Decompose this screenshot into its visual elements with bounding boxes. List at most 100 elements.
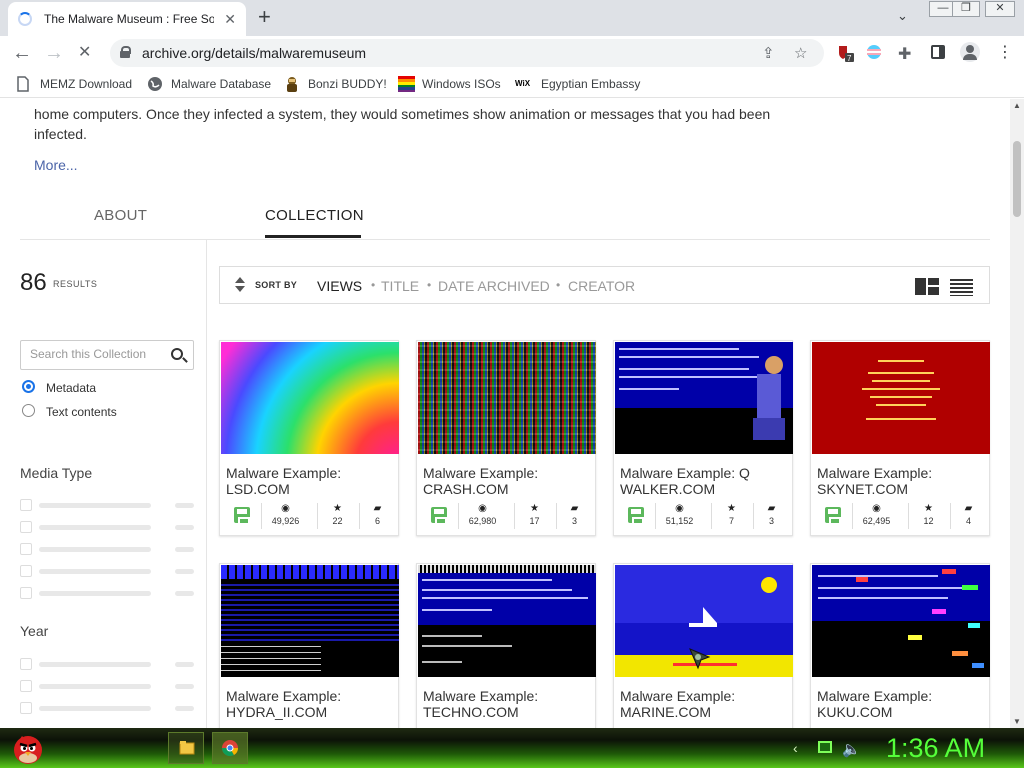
eye-icon: ◉	[281, 503, 290, 514]
browser-tab[interactable]: The Malware Museum : Free Software ✕	[8, 2, 246, 36]
close-tab-icon[interactable]: ✕	[224, 11, 236, 28]
item-card[interactable]: Malware Example: HYDRA_II.COM	[219, 563, 399, 728]
sort-creator[interactable]: CREATOR	[568, 278, 635, 294]
item-card[interactable]: Malware Example: CRASH.COM ◉ 62,980 ★ 17 ▰…	[416, 340, 596, 536]
item-card[interactable]: Malware Example: KUKU.COM	[810, 563, 990, 728]
show-hidden-icons-icon[interactable]: ‹	[793, 740, 798, 756]
sort-views[interactable]: VIEWS	[317, 278, 362, 294]
item-stats: ◉ 49,926 ★ 22 ▰ 6	[224, 503, 396, 529]
tile-view-icon[interactable]	[915, 278, 939, 295]
bookmark-malware-database[interactable]: Malware Database	[147, 76, 271, 92]
sidebar-divider	[206, 239, 207, 728]
angry-bird-start-icon[interactable]	[10, 730, 46, 766]
item-thumbnail[interactable]	[221, 342, 399, 454]
bookmark-label: Bonzi BUDDY!	[308, 77, 387, 91]
facet-placeholder-row[interactable]	[20, 702, 194, 714]
facet-placeholder-row[interactable]	[20, 680, 194, 692]
more-link[interactable]: More...	[34, 157, 78, 173]
lock-icon[interactable]	[120, 46, 131, 58]
scroll-up-arrow-icon[interactable]: ▲	[1013, 101, 1021, 110]
back-arrow-icon[interactable]: ←	[12, 42, 32, 64]
item-title[interactable]: Malware Example: CRASH.COM	[423, 465, 593, 497]
favorites-stat: ★ 12	[908, 503, 948, 529]
item-title[interactable]: Malware Example: MARINE.COM	[620, 688, 790, 720]
search-input[interactable]	[30, 347, 166, 361]
item-thumbnail[interactable]	[418, 342, 596, 454]
favorites-stat: ★ 17	[514, 503, 554, 529]
tab-collection[interactable]: COLLECTION	[265, 207, 364, 224]
reviews-stat: ▰ 3	[556, 503, 592, 529]
address-bar[interactable]: archive.org/details/malwaremuseum ⇪ ☆	[110, 39, 824, 67]
network-icon[interactable]	[818, 741, 832, 753]
facet-placeholder-row[interactable]	[20, 521, 194, 533]
facet-placeholder-row[interactable]	[20, 499, 194, 511]
volume-icon[interactable]: 🔈	[842, 740, 861, 758]
taskbar-file-explorer[interactable]	[168, 732, 204, 764]
stop-loading-icon[interactable]: ✕	[78, 42, 91, 64]
sort-bar: SORT BY VIEWS • TITLE • DATE ARCHIVED • …	[219, 266, 990, 304]
item-card[interactable]: Malware Example: LSD.COM ◉ 49,926 ★ 22 ▰ 6	[219, 340, 399, 536]
views-stat: ◉ 62,980	[458, 503, 506, 529]
page-scrollbar[interactable]: ▲ ▼	[1010, 99, 1024, 728]
floppy-disk-icon	[234, 507, 250, 524]
taskbar-chrome[interactable]	[212, 732, 248, 764]
item-thumbnail[interactable]	[418, 565, 596, 677]
item-title[interactable]: Malware Example: Q WALKER.COM	[620, 465, 790, 497]
radio-metadata[interactable]	[22, 380, 35, 393]
item-title[interactable]: Malware Example: HYDRA_II.COM	[226, 688, 396, 720]
floppy-disk-icon	[431, 507, 447, 524]
comment-icon: ▰	[373, 503, 382, 514]
item-title[interactable]: Malware Example: KUKU.COM	[817, 688, 987, 720]
scroll-down-arrow-icon[interactable]: ▼	[1013, 717, 1021, 726]
taskbar-clock[interactable]: 1:36 AM	[886, 733, 985, 764]
item-thumbnail[interactable]	[812, 565, 990, 677]
item-thumbnail[interactable]	[812, 342, 990, 454]
extensions-puzzle-icon[interactable]: ✚	[898, 44, 911, 64]
bookmark-windows-isos[interactable]: Windows ISOs	[398, 76, 501, 92]
window-close-button[interactable]: ✕	[985, 1, 1015, 17]
scrollbar-thumb[interactable]	[1013, 141, 1021, 217]
views-stat: ◉ 51,152	[655, 503, 703, 529]
facet-placeholder-row[interactable]	[20, 658, 194, 670]
bookmark-bonzi-buddy[interactable]: Bonzi BUDDY!	[284, 76, 387, 92]
item-thumbnail[interactable]	[615, 342, 793, 454]
chrome-icon	[221, 740, 239, 757]
list-view-icon[interactable]	[950, 279, 973, 296]
sort-date-archived[interactable]: DATE ARCHIVED	[438, 278, 550, 294]
facet-placeholder-row[interactable]	[20, 543, 194, 555]
sort-title[interactable]: TITLE	[381, 278, 419, 294]
search-icon[interactable]	[171, 348, 183, 360]
item-title[interactable]: Malware Example: LSD.COM	[226, 465, 396, 497]
windows-flag-icon	[398, 76, 415, 92]
item-card[interactable]: Malware Example: Q WALKER.COM ◉ 51,152 ★ 7…	[613, 340, 793, 536]
new-tab-button[interactable]: +	[258, 5, 271, 29]
star-icon: ★	[530, 503, 539, 514]
facet-placeholder-row[interactable]	[20, 565, 194, 577]
share-icon[interactable]: ⇪	[762, 44, 775, 62]
radio-text-contents[interactable]	[22, 404, 35, 417]
tab-search-chevron-icon[interactable]: ⌄	[897, 8, 908, 24]
eye-icon: ◉	[478, 503, 487, 514]
facet-placeholder-row[interactable]	[20, 587, 194, 599]
item-card[interactable]: Malware Example: SKYNET.COM ◉ 62,495 ★ 12 …	[810, 340, 990, 536]
item-card[interactable]: Malware Example: MARINE.COM	[613, 563, 793, 728]
restore-button[interactable]: ❐	[952, 1, 980, 17]
menu-kebab-icon[interactable]: ⋮	[997, 42, 1013, 62]
item-card[interactable]: Malware Example: TECHNO.COM	[416, 563, 596, 728]
forward-arrow-icon[interactable]: →	[44, 42, 64, 64]
bookmark-star-icon[interactable]: ☆	[794, 44, 807, 62]
tab-about[interactable]: ABOUT	[94, 207, 147, 224]
profile-avatar-icon[interactable]	[960, 42, 980, 62]
archive-page: home computers. Once they infected a sys…	[0, 99, 1010, 728]
item-thumbnail[interactable]	[221, 565, 399, 677]
star-icon: ★	[333, 503, 342, 514]
pride-flag-extension-icon[interactable]	[866, 44, 884, 62]
bookmark-egyptian-embassy[interactable]: WiX Egyptian Embassy	[515, 76, 640, 92]
bookmark-label: Windows ISOs	[422, 77, 501, 91]
url-text[interactable]: archive.org/details/malwaremuseum	[142, 45, 366, 61]
item-title[interactable]: Malware Example: SKYNET.COM	[817, 465, 987, 497]
bookmark-memz[interactable]: MEMZ Download	[16, 76, 132, 92]
side-panel-icon[interactable]	[931, 45, 945, 59]
item-title[interactable]: Malware Example: TECHNO.COM	[423, 688, 593, 720]
shield-extension-icon[interactable]: 7	[836, 44, 854, 63]
